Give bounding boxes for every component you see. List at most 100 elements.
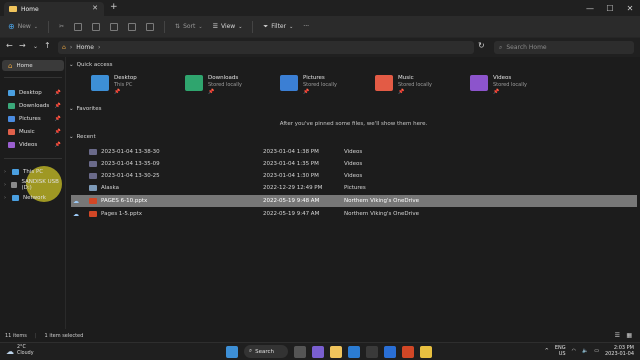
minimize-button[interactable]: — [580, 0, 600, 16]
recent-locations-icon[interactable]: ⌄ [33, 43, 38, 50]
cloud-icon: ☁ [6, 346, 14, 356]
quick-access-music[interactable]: Music Stored locally 📌 [375, 75, 432, 95]
quick-access-downloads[interactable]: Downloads Stored locally 📌 [185, 75, 242, 95]
item-name: Music [398, 75, 414, 81]
network-icon [12, 194, 19, 201]
list-item[interactable]: Alaska 2022-12-29 12:49 PM Pictures [71, 182, 637, 194]
volume-icon[interactable]: 🔈 [582, 348, 588, 354]
filter-label: Filter [271, 23, 287, 30]
app-icon[interactable] [384, 345, 396, 358]
chevron-down-icon: ⌄ [69, 62, 74, 68]
main-content: ⌄ Quick access Desktop This PC 📌 Downloa… [67, 57, 640, 329]
list-item[interactable]: ☁ Pages 1-5.pptx 2022-05-19 9:47 AM Nort… [71, 208, 637, 220]
up-arrow-icon[interactable]: ↑ [44, 41, 51, 50]
maximize-button[interactable]: ☐ [600, 0, 620, 16]
close-window-button[interactable]: ✕ [620, 0, 640, 16]
computer-icon [12, 168, 19, 175]
close-tab-icon[interactable]: ✕ [92, 4, 98, 12]
task-view-icon[interactable] [294, 345, 306, 358]
tab-home[interactable]: Home ✕ [4, 2, 104, 16]
file-name: 2023-01-04 13-30-25 [101, 173, 160, 179]
rename-button[interactable] [110, 22, 119, 31]
wifi-icon[interactable]: ◠ [572, 348, 576, 354]
file-explorer-icon[interactable] [330, 345, 342, 358]
copy-button[interactable] [74, 22, 83, 31]
item-name: Videos [493, 75, 512, 81]
sidebar-item-pictures[interactable]: Pictures 📌 [2, 113, 64, 124]
edge-icon[interactable] [348, 345, 360, 358]
view-label: View [220, 23, 236, 30]
view-button[interactable]: ☰ View ⌄ [213, 23, 243, 30]
weather-widget[interactable]: ☁ 2°C Cloudy [6, 345, 34, 357]
powerpoint-file-icon [89, 198, 97, 204]
pin-icon: 📌 [54, 128, 61, 135]
file-location: Videos [344, 173, 363, 179]
start-icon[interactable] [226, 345, 238, 358]
pictures-folder-icon [280, 75, 298, 91]
paste-button[interactable] [92, 22, 101, 31]
tiles-view-icon[interactable]: ▦ [626, 332, 632, 339]
taskbar-search-label: Search [255, 348, 274, 355]
new-tab-button[interactable]: + [110, 2, 118, 12]
sidebar-item-this-pc[interactable]: › This PC [2, 166, 64, 177]
sidebar-item-network[interactable]: › Network [2, 192, 64, 203]
file-date: 2023-01-04 1:30 PM [263, 173, 319, 179]
favorites-header[interactable]: ⌄ Favorites [69, 106, 101, 112]
share-button[interactable] [128, 22, 137, 31]
cut-button[interactable]: ✂ [59, 23, 64, 30]
refresh-icon[interactable]: ↻ [478, 41, 485, 50]
app-icon[interactable] [420, 345, 432, 358]
list-item[interactable]: 2023-01-04 13-30-25 2023-01-04 1:30 PM V… [71, 170, 637, 182]
recent-header[interactable]: ⌄ Recent [69, 134, 96, 140]
home-icon: ⌂ [8, 61, 13, 70]
forward-arrow-icon[interactable]: → [19, 41, 26, 50]
divider [4, 158, 62, 159]
new-button[interactable]: ⊕ New ⌄ [8, 22, 38, 31]
section-title: Favorites [76, 106, 102, 112]
chevron-down-icon: ⌄ [69, 134, 74, 140]
chevron-up-icon[interactable]: ^ [545, 348, 549, 354]
sidebar-item-videos[interactable]: Videos 📌 [2, 139, 64, 150]
search-input[interactable]: ⌕ Search Home [494, 41, 634, 54]
divider [48, 20, 49, 33]
sidebar-item-music[interactable]: Music 📌 [2, 126, 64, 137]
list-item[interactable]: 2023-01-04 13-38-30 2023-01-04 1:38 PM V… [71, 146, 637, 158]
desktop-icon [8, 89, 15, 96]
language-bottom[interactable]: US [555, 351, 566, 357]
quick-access-videos[interactable]: Videos Stored locally 📌 [470, 75, 527, 95]
battery-icon[interactable]: ▭ [594, 348, 599, 354]
taskbar-apps: ⌕ Search [226, 345, 432, 358]
sidebar-item-usb-drive[interactable]: › SANDISK USB (D:) [2, 178, 64, 191]
chat-icon[interactable] [312, 345, 324, 358]
list-item[interactable]: 2023-01-04 13-35-09 2023-01-04 1:35 PM V… [71, 158, 637, 170]
filter-button[interactable]: ⏷ Filter ⌄ [263, 23, 293, 31]
details-view-icon[interactable]: ☰ [615, 332, 620, 339]
video-file-icon [89, 161, 97, 167]
view-icon: ☰ [212, 23, 218, 30]
quick-access-desktop[interactable]: Desktop This PC 📌 [91, 75, 137, 95]
file-name: 2023-01-04 13-38-30 [101, 149, 160, 155]
selection-count: 1 item selected [44, 332, 84, 339]
sidebar-item-home[interactable]: ⌂ Home [2, 60, 64, 71]
quick-access-pictures[interactable]: Pictures Stored locally 📌 [280, 75, 337, 95]
navigation-bar: ← → ⌄ ↑ ⌂ › Home › ↻ ⌕ Search Home [0, 38, 640, 57]
delete-button[interactable] [146, 22, 155, 31]
address-bar[interactable]: ⌂ › Home › [58, 41, 474, 54]
list-item-selected[interactable]: ☁ PAGES 6-10.pptx 2022-05-19 9:48 AM Nor… [71, 195, 637, 207]
divider [252, 20, 254, 33]
quick-access-grid: Desktop This PC 📌 Downloads Stored local… [67, 73, 640, 103]
more-options-button[interactable]: ··· [303, 23, 309, 30]
taskbar-search[interactable]: ⌕ Search [244, 345, 288, 358]
sort-button[interactable]: ⇅ Sort ⌄ [175, 23, 203, 30]
pin-icon: 📌 [54, 89, 61, 96]
sidebar-item-downloads[interactable]: Downloads 📌 [2, 100, 64, 111]
clock-date[interactable]: 2023-01-04 [605, 351, 634, 357]
back-arrow-icon[interactable]: ← [6, 41, 13, 50]
new-label: New [17, 23, 31, 30]
store-icon[interactable] [366, 345, 378, 358]
sidebar-item-desktop[interactable]: Desktop 📌 [2, 87, 64, 98]
quick-access-header[interactable]: ⌄ Quick access [69, 62, 112, 68]
sidebar-item-label: SANDISK USB (D:) [21, 178, 59, 191]
powerpoint-icon[interactable] [402, 345, 414, 358]
download-icon [8, 102, 15, 109]
